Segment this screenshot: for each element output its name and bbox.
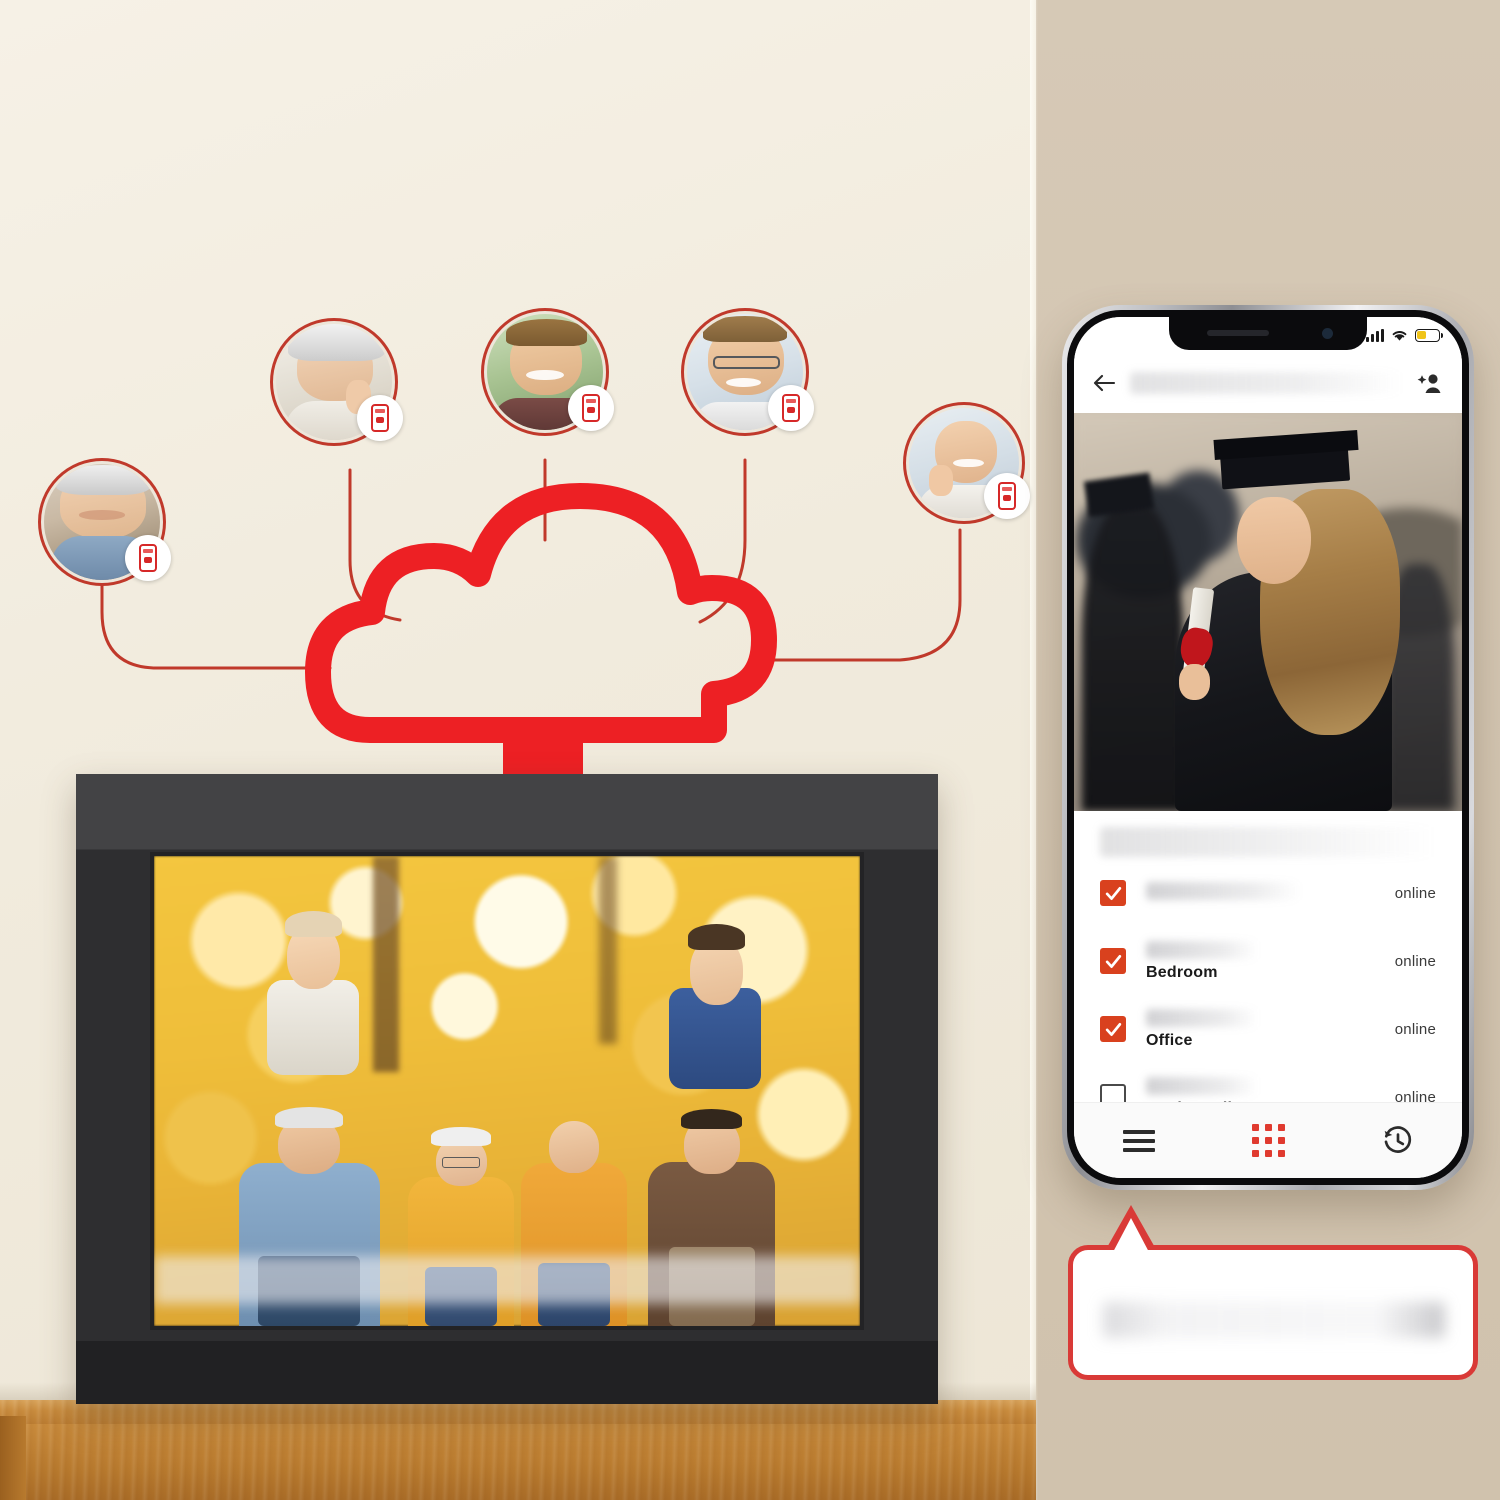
avatar-hair [505, 318, 587, 347]
device-checkbox-checked[interactable] [1100, 880, 1126, 906]
device-list-item[interactable]: online [1074, 859, 1462, 927]
phone-app-icon [139, 544, 157, 572]
hair [687, 924, 745, 950]
device-redacted-line [1146, 881, 1301, 900]
avatar-smile [526, 369, 564, 381]
app-bar-title [1130, 372, 1402, 394]
avatar-smile [726, 377, 762, 388]
hamburger-menu-icon[interactable] [1122, 1129, 1155, 1152]
tree-trunk [598, 856, 617, 1044]
product-marketing-scene: online Bedroom online Office online onli… [0, 0, 1500, 1500]
back-arrow-icon[interactable] [1092, 373, 1116, 393]
head [548, 1120, 600, 1174]
phone-app-icon [371, 404, 389, 432]
phone-chassis: online Bedroom online Office online onli… [1067, 310, 1469, 1185]
avatar-young-man[interactable] [481, 308, 614, 436]
checkmark-icon [1105, 886, 1121, 900]
phone-app-icon [782, 394, 800, 422]
outfit [266, 980, 359, 1076]
app-bar [1074, 353, 1462, 413]
phone-app-badge [568, 385, 614, 431]
phone-app-badge [984, 473, 1030, 519]
phone-app-badge [357, 395, 403, 441]
battery-icon [1415, 328, 1444, 342]
gray-hair [431, 1127, 491, 1146]
phone-app-badge [768, 385, 814, 431]
table-front-panel [0, 1424, 1036, 1500]
device-redacted-line [1146, 1076, 1258, 1095]
device-label-group [1126, 881, 1395, 905]
smartphone: online Bedroom online Office online onli… [1062, 305, 1474, 1190]
phone-app-icon [998, 482, 1016, 510]
connector-avatar-5 [758, 528, 962, 662]
device-status: online [1394, 952, 1436, 970]
callout-text [1103, 1302, 1445, 1338]
device-status: online [1394, 884, 1436, 902]
callout-arrow-fill [1112, 1218, 1150, 1254]
graduation-photo[interactable] [1074, 413, 1462, 811]
device-status: online [1394, 1020, 1436, 1038]
device-label-group: Bedroom [1126, 940, 1395, 982]
avatar-hand [928, 465, 953, 496]
cloud-icon [305, 483, 777, 743]
frame-screen [154, 856, 860, 1326]
device-list-item[interactable]: Office online [1074, 995, 1462, 1063]
phone-screen: online Bedroom online Office online onli… [1074, 317, 1462, 1178]
avatar-young-woman[interactable] [903, 402, 1030, 524]
front-camera [1322, 328, 1333, 339]
cellular-signal-icon [1366, 328, 1384, 342]
photo-watermark-redaction [154, 1256, 860, 1304]
avatar-older-woman[interactable] [270, 318, 403, 446]
grid-apps-icon[interactable] [1251, 1124, 1285, 1157]
add-person-icon[interactable] [1416, 372, 1444, 394]
device-name: Office [1146, 1031, 1193, 1049]
phone-app-badge [125, 535, 171, 581]
hair [285, 910, 343, 937]
earpiece-speaker [1207, 330, 1269, 336]
wood-grain-texture [0, 1424, 1036, 1500]
avatar-hair [703, 316, 787, 342]
glasses [442, 1156, 481, 1169]
wifi-icon [1392, 331, 1407, 341]
callout-box [1068, 1245, 1478, 1380]
graduate-face [1236, 496, 1311, 585]
avatar-mouth [78, 510, 126, 520]
table-left-edge [0, 1416, 26, 1500]
history-clock-icon[interactable] [1382, 1125, 1414, 1157]
device-checkbox-checked[interactable] [1100, 948, 1126, 974]
bottom-navigation-bar [1074, 1102, 1462, 1178]
checkmark-icon [1105, 954, 1121, 968]
phone-notch [1169, 317, 1367, 350]
device-name: Bedroom [1146, 963, 1218, 981]
phone-app-icon [582, 394, 600, 422]
background-graduate-left [1081, 500, 1183, 811]
avatar-hair [55, 465, 151, 496]
connector-avatar-1 [100, 576, 332, 670]
checkmark-icon [1105, 1022, 1121, 1036]
device-checkbox-checked[interactable] [1100, 1016, 1126, 1042]
device-redacted-line [1146, 940, 1258, 959]
graduate-hand [1178, 663, 1210, 700]
digital-photo-frame[interactable] [76, 774, 938, 1404]
avatar-hair [287, 324, 386, 362]
avatar-glasses [712, 355, 780, 369]
device-redacted-line [1146, 1008, 1258, 1027]
device-list-header [1100, 827, 1436, 857]
device-label-group: Office [1126, 1008, 1395, 1050]
avatar-older-man[interactable] [38, 458, 171, 586]
avatar-man-with-glasses[interactable] [681, 308, 814, 436]
device-list-item[interactable]: Bedroom online [1074, 927, 1462, 995]
device-list: online Bedroom online Office online onli… [1074, 811, 1462, 1117]
cloud-stem [503, 718, 583, 782]
